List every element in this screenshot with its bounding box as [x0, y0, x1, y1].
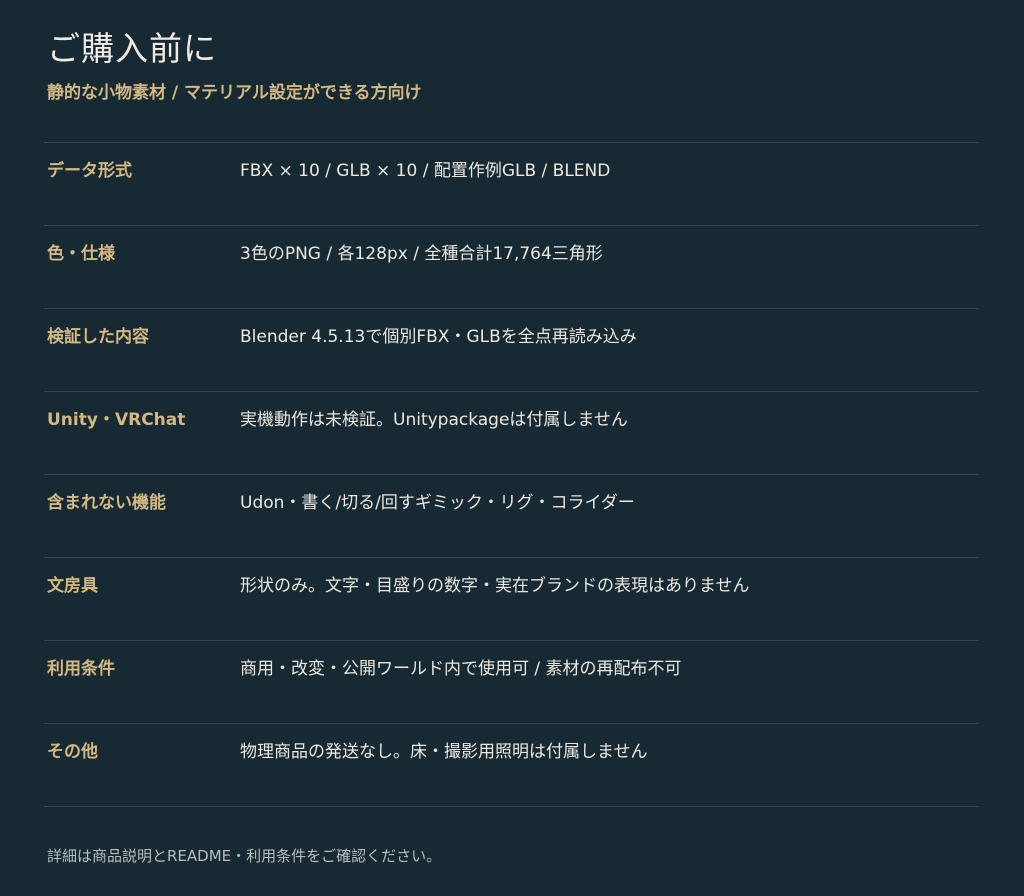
spec-label: 検証した内容 [47, 327, 149, 347]
spec-label: データ形式 [47, 161, 132, 181]
spec-row-not-included: 含まれない機能 Udon・書く/切る/回すギミック・リグ・コライダー [44, 475, 979, 558]
spec-row-verified: 検証した内容 Blender 4.5.13で個別FBX・GLBを全点再読み込み [44, 309, 979, 392]
footnote: 詳細は商品説明とREADME・利用条件をご確認ください。 [47, 847, 442, 865]
spec-value: 物理商品の発送なし。床・撮影用照明は付属しません [240, 742, 648, 762]
spec-label: Unity・VRChat [47, 410, 186, 430]
spec-value: Blender 4.5.13で個別FBX・GLBを全点再読み込み [240, 327, 637, 347]
spec-value: 形状のみ。文字・目盛りの数字・実在ブランドの表現はありません [240, 576, 750, 596]
spec-value: 実機動作は未検証。Unitypackageは付属しません [240, 410, 628, 430]
spec-row-data-format: データ形式 FBX × 10 / GLB × 10 / 配置作例GLB / BL… [44, 143, 979, 226]
spec-table: データ形式 FBX × 10 / GLB × 10 / 配置作例GLB / BL… [44, 142, 979, 807]
spec-value: FBX × 10 / GLB × 10 / 配置作例GLB / BLEND [240, 161, 611, 181]
spec-value: 商用・改変・公開ワールド内で使用可 / 素材の再配布不可 [240, 659, 682, 679]
spec-row-stationery: 文房具 形状のみ。文字・目盛りの数字・実在ブランドの表現はありません [44, 558, 979, 641]
spec-label: その他 [47, 742, 98, 762]
spec-label: 色・仕様 [47, 244, 115, 264]
spec-value: 3色のPNG / 各128px / 全種合計17,764三角形 [240, 244, 603, 264]
spec-row-color-spec: 色・仕様 3色のPNG / 各128px / 全種合計17,764三角形 [44, 226, 979, 309]
spec-row-terms: 利用条件 商用・改変・公開ワールド内で使用可 / 素材の再配布不可 [44, 641, 979, 724]
spec-label: 含まれない機能 [47, 493, 166, 513]
spec-label: 利用条件 [47, 659, 115, 679]
spec-row-unity-vrchat: Unity・VRChat 実機動作は未検証。Unitypackageは付属しませ… [44, 392, 979, 475]
spec-label: 文房具 [47, 576, 98, 596]
page-title: ご購入前に [47, 29, 217, 68]
page-subtitle: 静的な小物素材 / マテリアル設定ができる方向け [47, 83, 422, 103]
pre-purchase-panel: ご購入前に 静的な小物素材 / マテリアル設定ができる方向け データ形式 FBX… [0, 0, 1024, 896]
spec-value: Udon・書く/切る/回すギミック・リグ・コライダー [240, 493, 635, 513]
spec-row-other: その他 物理商品の発送なし。床・撮影用照明は付属しません [44, 724, 979, 807]
